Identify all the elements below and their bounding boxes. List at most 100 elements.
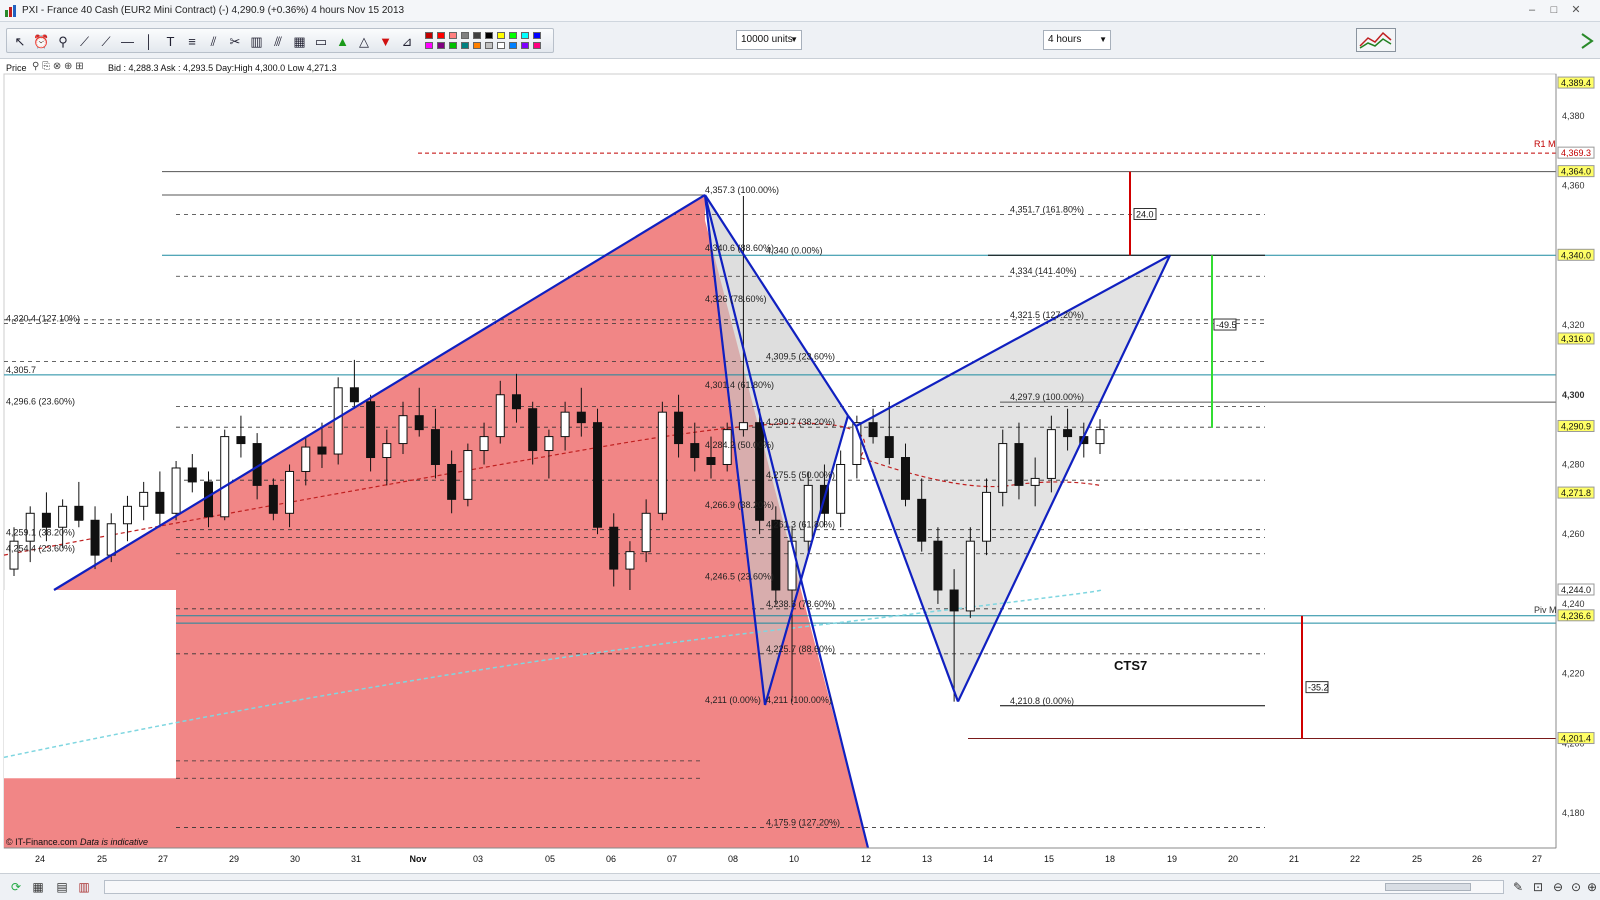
pen-icon[interactable]: ✎ [1510, 879, 1526, 895]
zoom-icon[interactable]: ⚲ [54, 33, 72, 51]
grid-icon[interactable]: ▦ [291, 33, 309, 51]
candle [122, 505, 132, 525]
x-tick-label: 10 [789, 854, 799, 864]
candle [463, 450, 473, 500]
fan-icon[interactable]: ⫽ [205, 33, 223, 51]
fib-label: 4,340.6 (88.60%) [705, 243, 774, 253]
down-arrow-icon[interactable]: ▼ [377, 33, 395, 51]
color-swatch[interactable] [485, 42, 493, 49]
close-button[interactable]: ✕ [1568, 2, 1584, 18]
y-tick-label: 4,240 [1562, 599, 1585, 609]
pivot-label: Piv M [1534, 605, 1557, 615]
color-swatch[interactable] [461, 32, 469, 39]
scrollbar-thumb[interactable] [1385, 883, 1471, 891]
price-chart[interactable]: 4,357.3 (100.00%) 4,340.6 (88.60%)4,340 (… [0, 60, 1600, 872]
color-swatch[interactable] [437, 42, 445, 49]
fib-label: 4,254.4 (23.60%) [6, 544, 75, 554]
color-swatch[interactable] [425, 42, 433, 49]
layout-icon[interactable]: ▤ [54, 879, 70, 895]
color-swatch[interactable] [521, 42, 529, 49]
channel-icon[interactable]: ⫻ [269, 33, 287, 51]
alarm-icon[interactable]: ⏰ [33, 33, 51, 51]
ray-icon[interactable]: ⟋ [97, 33, 115, 51]
x-tick-label: 03 [473, 854, 483, 864]
horizontal-line-icon[interactable]: — [119, 33, 137, 51]
y-tick-label: 4,220 [1562, 669, 1585, 679]
candle [884, 436, 894, 459]
fib-label: 4,290.7 (38.20%) [766, 417, 835, 427]
price-box-label: 4,201.4 [1561, 734, 1591, 744]
trash-icon[interactable]: ▥ [248, 33, 266, 51]
ruler-icon[interactable]: ⊿ [398, 33, 416, 51]
price-box-label: 4,369.3 [1561, 148, 1591, 158]
up-arrow-icon[interactable]: ▲ [334, 33, 352, 51]
candle [447, 463, 457, 500]
fib-label: 4,321.5 (127.20%) [1010, 310, 1084, 320]
color-swatch[interactable] [509, 32, 517, 39]
price-box-label: 4,340.0 [1561, 250, 1591, 260]
y-tick-label: 4,180 [1562, 808, 1585, 818]
minimize-button[interactable]: – [1524, 2, 1540, 18]
units-select[interactable]: 10000 units ▼ [736, 30, 802, 50]
x-tick-label: 27 [158, 854, 168, 864]
candle [965, 540, 975, 612]
pointer-icon[interactable]: ↖ [11, 33, 29, 51]
candle [349, 387, 359, 403]
tools-icon[interactable]: ✂ [226, 33, 244, 51]
color-swatch[interactable] [509, 42, 517, 49]
color-swatch[interactable] [449, 42, 457, 49]
x-tick-label: 25 [1412, 854, 1422, 864]
zoom-out-icon[interactable]: ⊖ [1550, 879, 1566, 895]
color-swatch[interactable] [497, 42, 505, 49]
candle [495, 394, 505, 438]
color-swatch[interactable] [521, 32, 529, 39]
chart-type-button[interactable] [1356, 28, 1396, 52]
fib-label: 4,309.5 (23.60%) [766, 352, 835, 362]
color-swatch[interactable] [473, 32, 481, 39]
candle [1046, 429, 1056, 479]
zoom-fit-icon[interactable]: ⊙ [1568, 879, 1584, 895]
x-tick-label: 27 [1532, 854, 1542, 864]
color-swatch[interactable] [485, 32, 493, 39]
interval-select[interactable]: 4 hours ▼ [1043, 30, 1111, 50]
x-tick-label: Nov [409, 854, 426, 864]
bars-icon[interactable]: ▥ [76, 879, 92, 895]
price-box-label: 4,236.6 [1561, 611, 1591, 621]
color-swatch[interactable] [461, 42, 469, 49]
color-swatch[interactable] [473, 42, 481, 49]
vertical-line-icon[interactable]: │ [140, 33, 158, 51]
trendline-icon[interactable]: ⟋ [76, 33, 94, 51]
triangle-icon[interactable]: △ [355, 33, 373, 51]
candle [836, 463, 846, 514]
zoom-in-icon[interactable]: ⊕ [1584, 879, 1600, 895]
x-tick-label: 13 [922, 854, 932, 864]
time-scrollbar[interactable] [104, 880, 1504, 894]
window-title: PXI - France 40 Cash (EUR2 Mini Contract… [22, 5, 405, 16]
color-swatch[interactable] [437, 32, 445, 39]
calculator-icon[interactable]: ▦ [30, 879, 46, 895]
candle [576, 411, 586, 424]
x-tick-label: 26 [1472, 854, 1482, 864]
color-swatch[interactable] [533, 42, 541, 49]
candle [933, 540, 943, 591]
candle [41, 512, 51, 528]
candle [641, 512, 651, 553]
y-tick-label: 4,260 [1562, 529, 1585, 539]
measure-label: -49.5 [1216, 320, 1237, 330]
candle [609, 526, 619, 570]
fib-label: 4,259.1 (38.20%) [6, 527, 75, 537]
color-swatch[interactable] [497, 32, 505, 39]
color-swatch[interactable] [449, 32, 457, 39]
candle [625, 551, 635, 570]
candle [560, 411, 570, 438]
maximize-button[interactable]: □ [1546, 2, 1562, 18]
color-swatch[interactable] [425, 32, 433, 39]
color-swatch[interactable] [533, 32, 541, 39]
fit-icon[interactable]: ⊡ [1530, 879, 1546, 895]
chart-refresh-icon[interactable]: ⟳ [8, 879, 24, 895]
fib-label: 4,296.6 (23.60%) [6, 397, 75, 407]
fibonacci-icon[interactable]: ≡ [183, 33, 201, 51]
rectangle-icon[interactable]: ▭ [312, 33, 330, 51]
text-icon[interactable]: T [162, 33, 180, 51]
panel-toggle-icon[interactable] [1578, 30, 1596, 52]
